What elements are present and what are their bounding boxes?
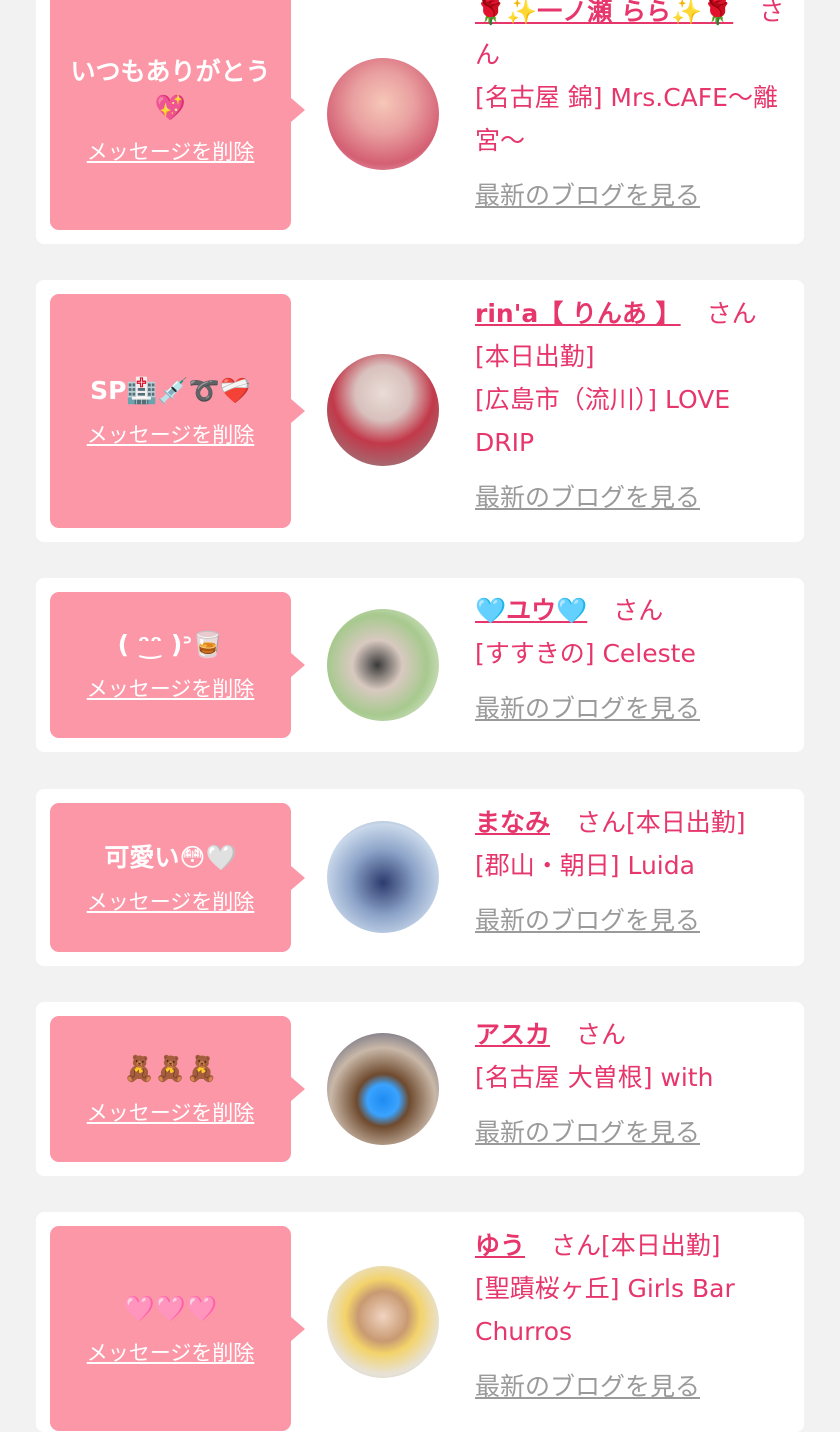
shop-label: [名古屋 錦] Mrs.CAFE〜離宮〜 [475, 83, 778, 155]
message-text: SP🏥💉➰❤️‍🩹 [90, 376, 251, 405]
latest-blog-link[interactable]: 最新のブログを見る [475, 1365, 700, 1408]
message-bubble: いつもありがとう 💖 メッセージを削除 [50, 0, 305, 230]
latest-blog-link[interactable]: 最新のブログを見る [475, 687, 700, 730]
delete-message-link[interactable]: メッセージを削除 [87, 673, 255, 703]
message-bubble: 可愛い😳🤍 メッセージを削除 [50, 803, 305, 952]
message-text: 🩷🩷🩷 [123, 1293, 218, 1323]
honorific-label: さん [576, 1020, 627, 1049]
honorific-label: さん [576, 808, 627, 837]
shop-label: [広島市（流川）] LOVE DRIP [475, 385, 731, 457]
avatar[interactable] [327, 821, 439, 933]
latest-blog-link[interactable]: 最新のブログを見る [475, 476, 700, 519]
latest-blog-link[interactable]: 最新のブログを見る [475, 174, 700, 217]
cast-name-link[interactable]: 🌹✨一ノ瀬 らら✨🌹 [475, 0, 733, 26]
message-bubble: 🧸🧸🧸 メッセージを削除 [50, 1016, 305, 1162]
cast-name-link[interactable]: アスカ [475, 1020, 550, 1049]
message-text: 可愛い😳🤍 [104, 842, 237, 872]
avatar[interactable] [327, 1266, 439, 1378]
cast-info: アスカ さん [名古屋 大曽根] with 最新のブログを見る [475, 1013, 795, 1154]
message-bubble: ( ᵔ͜ᵔ )ᐣ🥃 メッセージを削除 [50, 592, 305, 738]
work-status-label: [本日出勤] [601, 1231, 721, 1260]
message-card: いつもありがとう 💖 メッセージを削除 🌹✨一ノ瀬 らら✨🌹 さん [名古屋 錦]… [36, 0, 804, 244]
message-card: ( ᵔ͜ᵔ )ᐣ🥃 メッセージを削除 🩵ユウ🩵 さん [すすきの] Celeste… [36, 578, 804, 752]
cast-info: 🩵ユウ🩵 さん [すすきの] Celeste 最新のブログを見る [475, 589, 795, 730]
cast-name-link[interactable]: まなみ [475, 808, 550, 837]
message-card: 🩷🩷🩷 メッセージを削除 ゆう さん[本日出勤] [聖蹟桜ヶ丘] Girls Ba… [36, 1212, 804, 1432]
message-text: いつもありがとう 💖 [70, 57, 271, 122]
delete-message-link[interactable]: メッセージを削除 [87, 1337, 255, 1367]
honorific-label: さん [706, 299, 757, 328]
message-bubble: 🩷🩷🩷 メッセージを削除 [50, 1226, 305, 1431]
cast-name-link[interactable]: ゆう [475, 1231, 525, 1260]
avatar[interactable] [327, 354, 439, 466]
delete-message-link[interactable]: メッセージを削除 [87, 419, 255, 449]
latest-blog-link[interactable]: 最新のブログを見る [475, 1111, 700, 1154]
honorific-label: さん [551, 1231, 602, 1260]
cast-info: 🌹✨一ノ瀬 らら✨🌹 さん [名古屋 錦] Mrs.CAFE〜離宮〜 最新のブログ… [475, 0, 795, 217]
work-status-label: [本日出勤] [626, 808, 746, 837]
message-text: 🧸🧸🧸 [123, 1054, 218, 1083]
shop-label: [聖蹟桜ヶ丘] Girls Bar Churros [475, 1274, 735, 1346]
shop-label: [郡山・朝日] Luida [475, 851, 695, 880]
avatar[interactable] [327, 1033, 439, 1145]
message-bubble: SP🏥💉➰❤️‍🩹 メッセージを削除 [50, 294, 305, 528]
message-card: SP🏥💉➰❤️‍🩹 メッセージを削除 rin'a【 りんあ 】さん [本日出勤]… [36, 280, 804, 542]
cast-info: rin'a【 りんあ 】さん [本日出勤] [広島市（流川）] LOVE DRI… [475, 292, 795, 519]
honorific-label: さん [613, 596, 664, 625]
delete-message-link[interactable]: メッセージを削除 [87, 136, 255, 166]
work-status-label: [本日出勤] [475, 342, 595, 371]
cast-info: ゆう さん[本日出勤] [聖蹟桜ヶ丘] Girls Bar Churros 最新の… [475, 1224, 795, 1408]
shop-label: [名古屋 大曽根] with [475, 1063, 714, 1092]
avatar[interactable] [327, 58, 439, 170]
message-card: 可愛い😳🤍 メッセージを削除 まなみ さん[本日出勤] [郡山・朝日] Luida… [36, 789, 804, 966]
delete-message-link[interactable]: メッセージを削除 [87, 886, 255, 916]
message-card: 🧸🧸🧸 メッセージを削除 アスカ さん [名古屋 大曽根] with 最新のブログ… [36, 1002, 804, 1176]
shop-label: [すすきの] Celeste [475, 639, 696, 668]
delete-message-link[interactable]: メッセージを削除 [87, 1097, 255, 1127]
avatar[interactable] [327, 609, 439, 721]
message-text: ( ᵔ͜ᵔ )ᐣ🥃 [117, 630, 224, 659]
cast-name-link[interactable]: 🩵ユウ🩵 [475, 596, 587, 625]
cast-name-link[interactable]: rin'a【 りんあ 】 [475, 299, 681, 328]
cast-info: まなみ さん[本日出勤] [郡山・朝日] Luida 最新のブログを見る [475, 801, 795, 942]
latest-blog-link[interactable]: 最新のブログを見る [475, 899, 700, 942]
